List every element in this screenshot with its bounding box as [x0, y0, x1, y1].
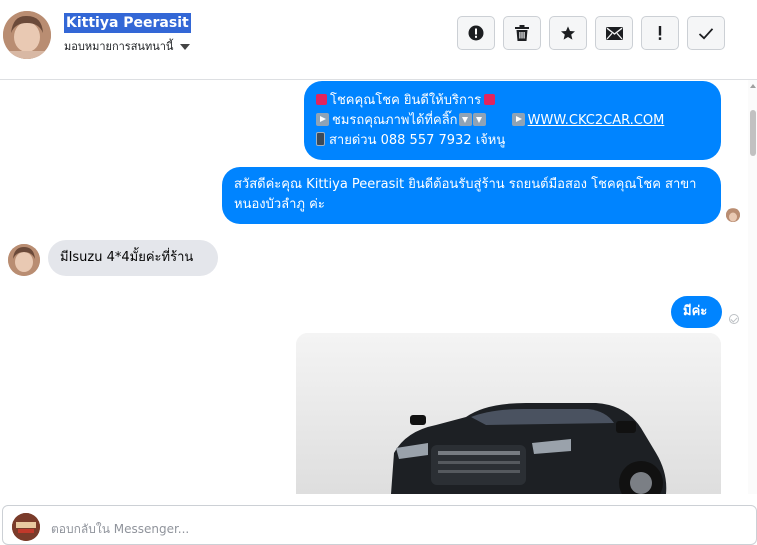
message-text: มีค่ะ [683, 304, 708, 319]
assign-conversation-dropdown[interactable]: มอบหมายการสนทนานี้ [64, 37, 191, 55]
message-text: โชคคุณโชค ยินดีให้บริการ [330, 93, 482, 108]
conversation-header: Kittiya Peerasit มอบหมายการสนทนานี้ [0, 0, 757, 80]
message-text: สวัสดีค่ะคุณ Kittiya Peerasit ยินดีต้อนร… [234, 177, 697, 212]
mark-done-button[interactable] [687, 16, 725, 50]
red-badge-icon [484, 94, 496, 105]
outgoing-message: มีค่ะ [671, 296, 722, 328]
incoming-message: มีIsuzu 4*4มั้ยค่ะที่ร้าน [48, 240, 218, 276]
red-badge-icon [316, 94, 327, 105]
report-button[interactable] [457, 16, 495, 50]
reply-placeholder: ตอบกลับใน Messenger... [51, 522, 190, 536]
star-icon [561, 26, 575, 40]
play-button-icon [316, 113, 329, 126]
scrollbar-thumb[interactable] [750, 110, 756, 156]
trash-icon [515, 25, 529, 41]
thread-scrollbar[interactable] [748, 80, 757, 494]
contact-avatar[interactable] [3, 11, 51, 59]
outgoing-message: โชคคุณโชค ยินดีให้บริการ ชมรถคุณภาพได้ที… [304, 81, 721, 160]
play-button-icon [511, 113, 525, 126]
sent-status-icon [729, 314, 739, 324]
reply-input[interactable]: ตอบกลับใน Messenger... [2, 505, 757, 545]
delete-button[interactable] [503, 16, 541, 50]
mark-unread-button[interactable] [595, 16, 633, 50]
outgoing-message: สวัสดีค่ะคุณ Kittiya Peerasit ยินดีต้อนร… [222, 167, 721, 224]
envelope-icon [605, 26, 623, 40]
star-button[interactable] [549, 16, 587, 50]
important-button[interactable] [641, 16, 679, 50]
chevron-down-icon [180, 44, 191, 50]
message-thread[interactable]: โชคคุณโชค ยินดีให้บริการ ชมรถคุณภาพได้ที… [0, 80, 757, 494]
website-link[interactable]: WWW.CKC2CAR.COM [528, 113, 665, 128]
header-actions [457, 16, 725, 50]
exclamation-icon [658, 26, 662, 40]
phone-icon [316, 132, 325, 146]
message-text: สายด่วน 088 557 7932 เจ้หนู [329, 133, 506, 148]
message-text: ชมรถคุณภาพได้ที่คลิ๊ก [332, 113, 458, 128]
contact-avatar-small[interactable] [8, 244, 40, 276]
message-text: มีIsuzu 4*4มั้ยค่ะที่ร้าน [60, 250, 194, 265]
car-photo-attachment[interactable] [296, 333, 721, 494]
read-receipt-avatar [726, 208, 740, 222]
checkmark-icon [698, 27, 714, 39]
assign-label: มอบหมายการสนทนานี้ [64, 40, 174, 53]
contact-name[interactable]: Kittiya Peerasit [64, 13, 191, 33]
down-arrow-icon [458, 113, 472, 126]
scroll-up-arrow-icon[interactable] [750, 84, 756, 88]
report-icon [468, 25, 484, 41]
down-arrow-icon [472, 113, 486, 126]
page-avatar [12, 513, 40, 541]
